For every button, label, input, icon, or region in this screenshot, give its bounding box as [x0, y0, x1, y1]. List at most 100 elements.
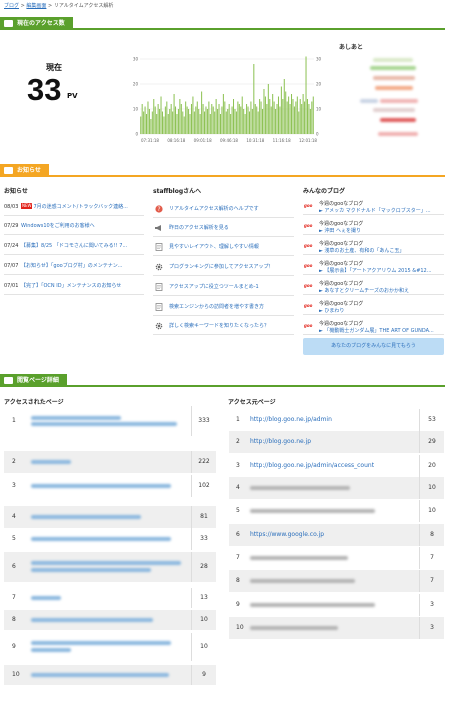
chart-bar[interactable]	[289, 104, 291, 134]
chart-bar[interactable]	[209, 114, 211, 134]
footprint-entry[interactable]	[375, 86, 413, 90]
chart-bar[interactable]	[140, 116, 142, 135]
blurred-page-title[interactable]	[31, 673, 169, 677]
news-item[interactable]: 07/01 【完了】「OCN ID」メンテナンスのお知らせ	[4, 278, 144, 295]
news-link[interactable]: Windows10をご利用のお客様へ	[21, 223, 95, 229]
blurred-page-title[interactable]	[31, 561, 181, 565]
chart-bar[interactable]	[217, 109, 219, 134]
chart-bar[interactable]	[198, 109, 200, 134]
chart-bar[interactable]	[166, 101, 168, 135]
chart-bar[interactable]	[143, 111, 145, 135]
news-link[interactable]: 【お知らせ】「gooブログ村」のメンテナン...	[21, 263, 122, 269]
table-row[interactable]: 2 222	[4, 451, 216, 473]
chart-bar[interactable]	[199, 114, 201, 134]
news-link[interactable]: 7月の迷惑コメント/トラックバック連絡...	[33, 204, 127, 210]
chart-bar[interactable]	[175, 106, 177, 135]
table-row[interactable]: 2 http://blog.goo.ne.jp 29	[229, 431, 444, 453]
chart-bar[interactable]	[167, 114, 169, 134]
chart-bar[interactable]	[256, 106, 258, 135]
chart-bar[interactable]	[222, 94, 224, 134]
staff-link[interactable]: 検索エンジンからの訪問者を増やす書き方	[169, 298, 264, 315]
blurred-referrer-url[interactable]	[250, 603, 375, 607]
chart-bar[interactable]	[179, 99, 181, 134]
chart-bar[interactable]	[292, 99, 294, 134]
chart-bar[interactable]	[195, 106, 197, 135]
chart-bar[interactable]	[270, 106, 272, 135]
chart-bar[interactable]	[154, 106, 156, 135]
chart-bar[interactable]	[238, 104, 240, 134]
chart-bar[interactable]	[206, 109, 208, 134]
chart-bar[interactable]	[275, 109, 277, 134]
blurred-referrer-url[interactable]	[250, 626, 338, 630]
chart-bar[interactable]	[151, 111, 153, 135]
staff-link[interactable]: 詳しく検索キーワードを知りたくなったら？	[169, 317, 269, 334]
chart-bar[interactable]	[153, 99, 155, 134]
chart-bar[interactable]	[147, 101, 149, 135]
chart-bar[interactable]	[288, 96, 290, 135]
chart-bar[interactable]	[192, 96, 194, 135]
table-row[interactable]: 6 https://www.google.co.jp 8	[229, 524, 444, 546]
blog-item[interactable]: goo 今週のgooなブログ ► ひまわり	[303, 298, 444, 315]
chart-bar[interactable]	[247, 106, 249, 135]
chart-bar[interactable]	[150, 119, 152, 134]
staff-item[interactable]: 検索エンジンからの訪問者を増やす書き方	[153, 298, 294, 316]
chart-bar[interactable]	[173, 94, 175, 134]
chart-bar[interactable]	[262, 109, 264, 134]
chart-bar[interactable]	[186, 106, 188, 135]
news-item[interactable]: 08/03 NEW 7月の迷惑コメント/トラックバック連絡...	[4, 199, 144, 216]
chart-bar[interactable]	[169, 109, 171, 134]
chart-bar[interactable]	[312, 96, 314, 135]
news-item[interactable]: 07/07 【お知らせ】「gooブログ村」のメンテナン...	[4, 258, 144, 275]
blurred-page-title[interactable]	[31, 648, 71, 652]
staff-link[interactable]: アクセスアップに役立つツールまとめ-1	[169, 278, 259, 295]
chart-bar[interactable]	[306, 99, 308, 134]
breadcrumb-blog-link[interactable]: ブログ	[4, 3, 19, 9]
news-link[interactable]: 【募集】8/25 「ドコモさんに聞いてみる!! 7...	[21, 243, 127, 249]
referrer-url[interactable]: http://blog.goo.ne.jp	[250, 431, 311, 453]
chart-bar[interactable]	[214, 111, 216, 135]
chart-bar[interactable]	[259, 99, 261, 134]
chart-bar[interactable]	[218, 104, 220, 134]
chart-bar[interactable]	[215, 99, 217, 134]
chart-bar[interactable]	[282, 99, 284, 134]
table-row[interactable]: 3 102	[4, 475, 216, 497]
chart-bar[interactable]	[253, 64, 255, 134]
chart-bar[interactable]	[293, 106, 295, 135]
chart-bar[interactable]	[148, 109, 150, 134]
chart-bar[interactable]	[283, 79, 285, 134]
chart-bar[interactable]	[309, 109, 311, 134]
table-row[interactable]: 4 81	[4, 506, 216, 528]
footprint-entry[interactable]	[373, 58, 413, 62]
staff-item[interactable]: 見やすいレイアウト、理解しやすい情報	[153, 238, 294, 256]
blurred-page-title[interactable]	[31, 537, 171, 541]
chart-bar[interactable]	[193, 111, 195, 135]
chart-bar[interactable]	[183, 116, 185, 135]
chart-bar[interactable]	[156, 114, 158, 134]
staff-link[interactable]: 昨日のアクセス解析を見る	[169, 219, 229, 236]
chart-bar[interactable]	[233, 99, 235, 134]
blurred-page-title[interactable]	[31, 618, 153, 622]
blurred-page-title[interactable]	[31, 460, 71, 464]
footprint-entry[interactable]	[380, 99, 418, 103]
chart-bar[interactable]	[234, 109, 236, 134]
table-row[interactable]: 77	[229, 547, 444, 569]
chart-bar[interactable]	[219, 114, 221, 134]
chart-bar[interactable]	[196, 101, 198, 135]
blurred-page-title[interactable]	[31, 515, 141, 519]
blurred-page-title[interactable]	[31, 596, 61, 600]
chart-bar[interactable]	[211, 104, 213, 134]
chart-bar[interactable]	[164, 106, 166, 135]
chart-bar[interactable]	[189, 114, 191, 134]
referrer-url[interactable]: https://www.google.co.jp	[250, 524, 324, 546]
blog-item[interactable]: goo 今週のgooなブログ ► 沖田 へぇを撮り	[303, 218, 444, 235]
chart-bar[interactable]	[311, 101, 313, 135]
table-row[interactable]: 5 10	[229, 500, 444, 522]
chart-bar[interactable]	[285, 91, 287, 135]
blog-item[interactable]: goo 今週のgooなブログ ► あなすとクリームチーズのおかか和え	[303, 278, 444, 295]
chart-bar[interactable]	[212, 106, 214, 135]
chart-bar[interactable]	[180, 104, 182, 134]
chart-bar[interactable]	[308, 104, 310, 134]
staff-help-item[interactable]: ? リアルタイムアクセス解析のヘルプです	[153, 200, 294, 218]
table-row[interactable]: 10 9	[4, 665, 216, 685]
table-row[interactable]: 1 333	[4, 406, 216, 436]
